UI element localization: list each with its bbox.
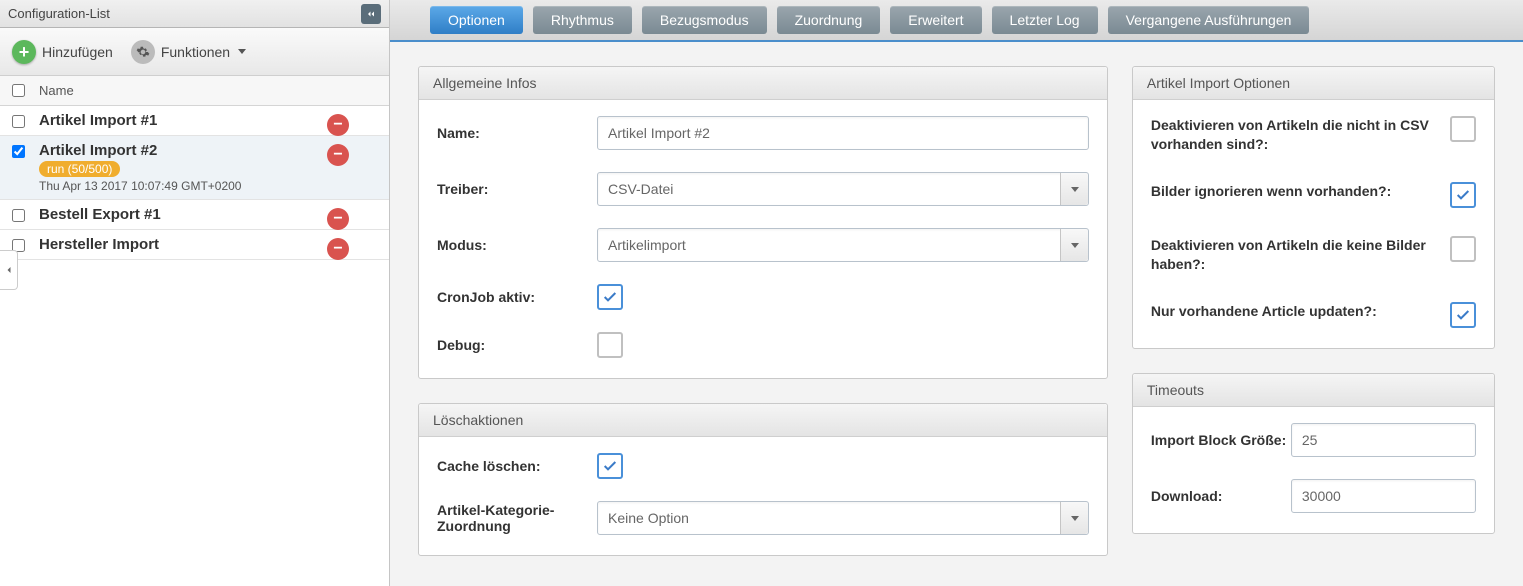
caret-down-icon xyxy=(1071,243,1079,248)
plus-icon: + xyxy=(12,40,36,64)
driver-label: Treiber: xyxy=(437,181,597,197)
tab-vergangene[interactable]: Vergangene Ausführungen xyxy=(1108,6,1310,34)
row-checkbox[interactable] xyxy=(12,209,25,222)
list-item[interactable]: Bestell Export #1 − xyxy=(0,200,389,230)
opt3-label: Deaktivieren von Artikeln die keine Bild… xyxy=(1151,236,1436,274)
mode-value xyxy=(597,228,1089,262)
dropdown-toggle[interactable] xyxy=(1060,173,1088,205)
delete-button[interactable]: − xyxy=(327,208,349,230)
list-item[interactable]: Artikel Import #2 run (50/500) Thu Apr 1… xyxy=(0,136,389,200)
side-expand-handle[interactable] xyxy=(0,250,18,290)
chevron-left-double-icon xyxy=(365,8,377,20)
caret-down-icon xyxy=(1071,187,1079,192)
panel-general: Allgemeine Infos Name: Treiber: xyxy=(418,66,1108,379)
chevron-left-icon xyxy=(3,264,15,276)
minus-icon: − xyxy=(333,116,342,134)
caret-down-icon xyxy=(238,49,246,54)
cron-checkbox[interactable] xyxy=(597,284,623,310)
opt4-checkbox[interactable] xyxy=(1450,302,1476,328)
list-header: Name xyxy=(0,76,389,106)
content: Allgemeine Infos Name: Treiber: xyxy=(390,42,1523,586)
debug-checkbox[interactable] xyxy=(597,332,623,358)
tab-bar: Optionen Rhythmus Bezugsmodus Zuordnung … xyxy=(390,0,1523,42)
mode-select[interactable] xyxy=(597,228,1089,262)
check-icon xyxy=(602,289,618,305)
functions-button[interactable]: Funktionen xyxy=(131,40,246,64)
main: Optionen Rhythmus Bezugsmodus Zuordnung … xyxy=(390,0,1523,586)
opt2-label: Bilder ignorieren wenn vorhanden?: xyxy=(1151,182,1436,201)
catmap-select[interactable] xyxy=(597,501,1089,535)
tab-rhythmus[interactable]: Rhythmus xyxy=(533,6,632,34)
panel-timeouts: Timeouts Import Block Größe: Download: xyxy=(1132,373,1495,534)
catmap-value xyxy=(597,501,1089,535)
driver-value xyxy=(597,172,1089,206)
config-list: Artikel Import #1 − Artikel Import #2 ru… xyxy=(0,106,389,586)
check-icon xyxy=(602,458,618,474)
collapse-button[interactable] xyxy=(361,4,381,24)
opt2-checkbox[interactable] xyxy=(1450,182,1476,208)
mode-label: Modus: xyxy=(437,237,597,253)
download-label: Download: xyxy=(1151,488,1291,504)
tab-optionen[interactable]: Optionen xyxy=(430,6,523,34)
delete-button[interactable]: − xyxy=(327,238,349,260)
row-checkbox[interactable] xyxy=(12,115,25,128)
check-icon xyxy=(1455,307,1471,323)
list-item[interactable]: Artikel Import #1 − xyxy=(0,106,389,136)
row-timestamp: Thu Apr 13 2017 10:07:49 GMT+0200 xyxy=(39,179,377,193)
select-all-checkbox[interactable] xyxy=(12,84,25,97)
dropdown-toggle[interactable] xyxy=(1060,502,1088,534)
block-input[interactable] xyxy=(1291,423,1476,457)
tab-zuordnung[interactable]: Zuordnung xyxy=(777,6,881,34)
tab-bezugsmodus[interactable]: Bezugsmodus xyxy=(642,6,767,34)
sidebar-toolbar: + Hinzufügen Funktionen xyxy=(0,28,389,76)
panel-title: Artikel Import Optionen xyxy=(1133,67,1494,100)
sidebar-header: Configuration-List xyxy=(0,0,389,28)
list-item[interactable]: Hersteller Import − xyxy=(0,230,389,260)
row-checkbox[interactable] xyxy=(12,145,25,158)
sidebar-title: Configuration-List xyxy=(8,6,110,21)
debug-label: Debug: xyxy=(437,337,597,353)
catmap-label: Artikel-Kategorie-Zuordnung xyxy=(437,502,597,534)
check-icon xyxy=(1455,187,1471,203)
panel-title: Löschaktionen xyxy=(419,404,1107,437)
name-label: Name: xyxy=(437,125,597,141)
block-label: Import Block Größe: xyxy=(1151,432,1291,448)
add-button[interactable]: + Hinzufügen xyxy=(12,40,113,64)
cache-label: Cache löschen: xyxy=(437,458,597,474)
functions-label: Funktionen xyxy=(161,44,230,60)
gear-icon xyxy=(131,40,155,64)
dropdown-toggle[interactable] xyxy=(1060,229,1088,261)
panel-import-options: Artikel Import Optionen Deaktivieren von… xyxy=(1132,66,1495,349)
opt1-label: Deaktivieren von Artikeln die nicht in C… xyxy=(1151,116,1436,154)
panel-title: Timeouts xyxy=(1133,374,1494,407)
cron-label: CronJob aktiv: xyxy=(437,289,597,305)
minus-icon: − xyxy=(333,240,342,258)
opt1-checkbox[interactable] xyxy=(1450,116,1476,142)
driver-select[interactable] xyxy=(597,172,1089,206)
minus-icon: − xyxy=(333,210,342,228)
sidebar: Configuration-List + Hinzufügen Funktion… xyxy=(0,0,390,586)
name-column-header: Name xyxy=(39,83,74,98)
caret-down-icon xyxy=(1071,516,1079,521)
add-label: Hinzufügen xyxy=(42,44,113,60)
download-input[interactable] xyxy=(1291,479,1476,513)
delete-button[interactable]: − xyxy=(327,144,349,166)
tab-letzter-log[interactable]: Letzter Log xyxy=(992,6,1098,34)
status-badge: run (50/500) xyxy=(39,161,120,177)
tab-erweitert[interactable]: Erweitert xyxy=(890,6,981,34)
minus-icon: − xyxy=(333,146,342,164)
delete-button[interactable]: − xyxy=(327,114,349,136)
opt4-label: Nur vorhandene Article updaten?: xyxy=(1151,302,1436,321)
name-input[interactable] xyxy=(597,116,1089,150)
cache-checkbox[interactable] xyxy=(597,453,623,479)
opt3-checkbox[interactable] xyxy=(1450,236,1476,262)
panel-title: Allgemeine Infos xyxy=(419,67,1107,100)
panel-delete: Löschaktionen Cache löschen: Artikel-Kat… xyxy=(418,403,1108,556)
